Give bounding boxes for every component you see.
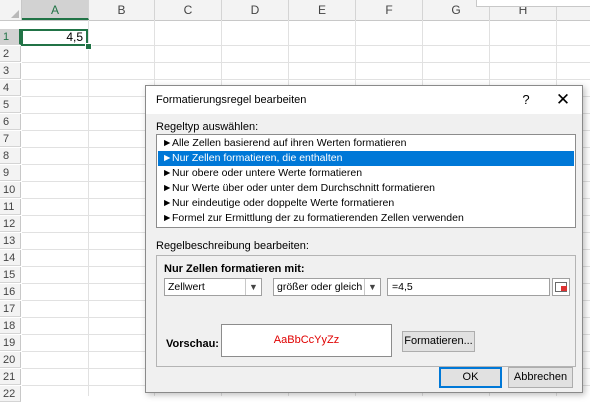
row-header-17[interactable]: 17 xyxy=(0,301,21,317)
row-header-4[interactable]: 4 xyxy=(0,80,21,96)
rule-type-item-label: Nur obere oder untere Werte formatieren xyxy=(172,167,363,179)
arrow-icon: ► xyxy=(162,197,173,209)
preview-box: AaBbCcYyZz xyxy=(221,324,392,357)
row-header-2[interactable]: 2 xyxy=(0,46,21,62)
column-header-e[interactable]: E xyxy=(289,0,356,20)
grid-line xyxy=(22,62,590,63)
row-header-15[interactable]: 15 xyxy=(0,267,21,283)
format-only-label: Nur Zellen formatieren mit: xyxy=(164,263,305,275)
help-button[interactable]: ? xyxy=(518,92,534,108)
row-header-16[interactable]: 16 xyxy=(0,284,21,300)
edit-formatting-rule-dialog: Formatierungsregel bearbeiten ? ✕ Regelt… xyxy=(145,85,583,393)
rule-type-item[interactable]: ►Nur obere oder untere Werte formatieren xyxy=(158,166,574,181)
row-header-11[interactable]: 11 xyxy=(0,199,21,215)
column-header-c[interactable]: C xyxy=(155,0,222,20)
rule-type-item-label: Nur eindeutige oder doppelte Werte forma… xyxy=(172,197,395,209)
column-header-b[interactable]: B xyxy=(89,0,155,20)
range-picker-button[interactable] xyxy=(552,278,570,296)
grid-line xyxy=(22,79,590,80)
value-input[interactable]: =4,5 xyxy=(387,278,550,296)
arrow-icon: ► xyxy=(162,152,173,164)
rule-description-box: Nur Zellen formatieren mit: Zellwert ▼ g… xyxy=(156,255,576,367)
rule-type-item[interactable]: ►Nur eindeutige oder doppelte Werte form… xyxy=(158,196,574,211)
arrow-icon: ► xyxy=(162,137,173,149)
row-header-10[interactable]: 10 xyxy=(0,182,21,198)
grid-line xyxy=(22,45,590,46)
chevron-down-icon: ▼ xyxy=(245,279,261,295)
cell-a1[interactable]: 4,5 xyxy=(21,29,88,46)
row-header-7[interactable]: 7 xyxy=(0,131,21,147)
rule-type-item-label: Alle Zellen basierend auf ihren Werten f… xyxy=(172,137,407,149)
rule-type-item-label: Formel zur Ermittlung der zu formatieren… xyxy=(172,212,464,224)
operator-value: größer oder gleich xyxy=(277,281,363,293)
row-header-12[interactable]: 12 xyxy=(0,216,21,232)
row-header-3[interactable]: 3 xyxy=(0,63,21,79)
rule-type-item-selected[interactable]: ►Nur Zellen formatieren, die enthalten xyxy=(158,151,574,166)
row-header-20[interactable]: 20 xyxy=(0,352,21,368)
row-header-8[interactable]: 8 xyxy=(0,148,21,164)
column-header-d[interactable]: D xyxy=(222,0,289,20)
rule-description-label: Regelbeschreibung bearbeiten: xyxy=(156,240,309,252)
row-header-1[interactable]: 1 xyxy=(0,29,21,45)
ok-button[interactable]: OK xyxy=(439,367,502,388)
chevron-down-icon: ▼ xyxy=(364,279,380,295)
column-header-a[interactable]: A xyxy=(22,0,89,20)
format-button[interactable]: Formatieren... xyxy=(402,331,475,352)
grid-line xyxy=(88,20,89,396)
preview-label: Vorschau: xyxy=(166,338,219,350)
select-all-corner[interactable] xyxy=(0,0,22,20)
rule-type-item[interactable]: ►Alle Zellen basierend auf ihren Werten … xyxy=(158,136,574,151)
dialog-titlebar[interactable]: Formatierungsregel bearbeiten ? ✕ xyxy=(146,86,582,114)
cancel-button[interactable]: Abbrechen xyxy=(508,367,573,388)
row-header-22[interactable]: 22 xyxy=(0,386,21,402)
row-header-14[interactable]: 14 xyxy=(0,250,21,266)
rule-type-item[interactable]: ►Formel zur Ermittlung der zu formatiere… xyxy=(158,211,574,226)
operator-select[interactable]: größer oder gleich ▼ xyxy=(273,278,381,296)
range-picker-icon xyxy=(555,282,567,292)
rule-type-list[interactable]: ►Alle Zellen basierend auf ihren Werten … xyxy=(156,134,576,228)
rule-type-label: Regeltyp auswählen: xyxy=(156,121,259,133)
condition-type-value: Zellwert xyxy=(168,281,205,293)
row-header-6[interactable]: 6 xyxy=(0,114,21,130)
column-header-f[interactable]: F xyxy=(356,0,423,20)
rule-type-item-label: Nur Zellen formatieren, die enthalten xyxy=(172,152,343,164)
select-all-triangle-icon xyxy=(11,10,19,18)
rule-type-item-label: Nur Werte über oder unter dem Durchschni… xyxy=(172,182,436,194)
row-header-19[interactable]: 19 xyxy=(0,335,21,351)
rule-type-item[interactable]: ►Nur Werte über oder unter dem Durchschn… xyxy=(158,181,574,196)
dialog-title: Formatierungsregel bearbeiten xyxy=(156,94,307,106)
fill-handle[interactable] xyxy=(85,43,92,50)
condition-type-select[interactable]: Zellwert ▼ xyxy=(164,278,262,296)
arrow-icon: ► xyxy=(162,212,173,224)
row-header-18[interactable]: 18 xyxy=(0,318,21,334)
arrow-icon: ► xyxy=(162,167,173,179)
row-header-9[interactable]: 9 xyxy=(0,165,21,181)
close-button[interactable]: ✕ xyxy=(553,90,573,110)
ribbon-edge xyxy=(476,0,590,7)
row-header-21[interactable]: 21 xyxy=(0,369,21,385)
arrow-icon: ► xyxy=(162,182,173,194)
row-header-5[interactable]: 5 xyxy=(0,97,21,113)
row-header-13[interactable]: 13 xyxy=(0,233,21,249)
